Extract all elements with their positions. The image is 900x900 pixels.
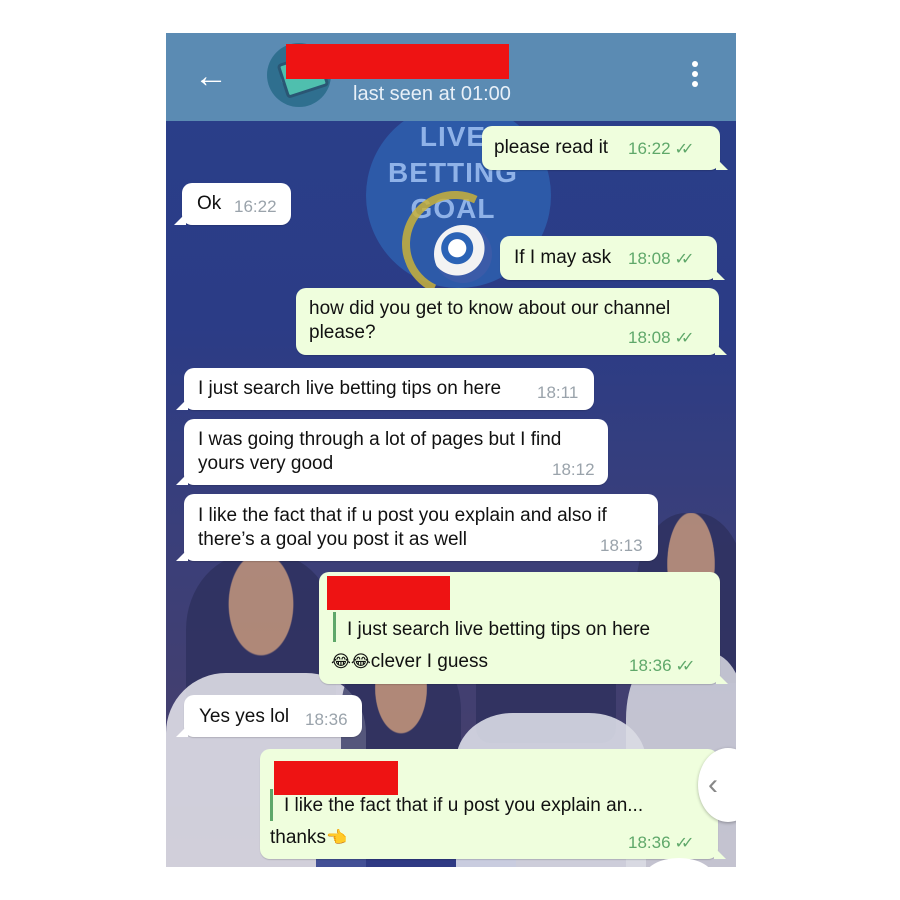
last-seen-status: last seen at 01:00 <box>353 83 511 105</box>
message-bubble-incoming[interactable]: I just search live betting tips on here … <box>176 368 594 410</box>
message-text-line: I like the fact that if u post you expla… <box>198 505 607 526</box>
chat-screen: LIVE BETTING GOAL ← last seen at 01:00 p… <box>166 33 736 867</box>
quoted-text[interactable]: I just search live betting tips on here <box>347 618 650 642</box>
quoted-text[interactable]: I like the fact that if u post you expla… <box>284 794 643 818</box>
quoted-author-redacted <box>327 576 450 610</box>
message-time: 18:36 ✓✓ <box>629 656 696 675</box>
message-text: I just search live betting tips on here <box>198 378 502 399</box>
arrow-left-icon[interactable]: ← <box>194 58 230 94</box>
message-text-line: there’s a goal you post it as well <box>198 529 467 550</box>
read-receipt-icon: ✓✓ <box>675 658 696 675</box>
message-text-line: please? <box>309 322 376 343</box>
message-time: 18:36 ✓✓ <box>628 833 695 852</box>
message-time: 16:22 ✓✓ <box>628 139 695 158</box>
message-bubble-outgoing[interactable]: how did you get to know about our channe… <box>296 288 727 355</box>
message-text-line: how did you get to know about our channe… <box>309 298 671 319</box>
reply-quote-bar <box>333 612 336 642</box>
message-time: 18:08 ✓✓ <box>628 328 695 347</box>
message-bubble-incoming[interactable]: I like the fact that if u post you expla… <box>176 494 658 561</box>
message-text: please read it <box>494 137 609 158</box>
message-bubble-outgoing[interactable]: please read it 16:22 ✓✓ <box>482 126 728 170</box>
message-text: thanks👈 <box>270 827 348 848</box>
quoted-author-redacted <box>274 761 398 795</box>
message-time: 18:13 <box>600 536 643 555</box>
read-receipt-icon: ✓✓ <box>674 251 695 268</box>
message-text: If I may ask <box>514 247 612 268</box>
message-text: Ok <box>197 193 222 214</box>
football-icon <box>434 225 492 283</box>
message-time: 18:12 <box>552 460 595 479</box>
message-time: 18:08 ✓✓ <box>628 249 695 268</box>
message-time: 18:11 <box>537 383 579 402</box>
laughing-emoji-icon: 😂😂 <box>331 652 371 671</box>
message-text: 😂😂clever I guess <box>331 651 488 672</box>
pointing-hand-emoji-icon: 👈 <box>325 828 348 847</box>
chat-header: ← last seen at 01:00 <box>166 33 736 121</box>
message-bubble-incoming[interactable]: I was going through a lot of pages but I… <box>176 419 608 485</box>
message-time: 18:36 <box>305 710 348 729</box>
message-bubble-incoming[interactable]: Yes yes lol 18:36 <box>176 695 362 737</box>
message-text: Yes yes lol <box>199 706 290 727</box>
message-time: 16:22 <box>234 197 277 216</box>
message-bubble-outgoing[interactable]: If I may ask 18:08 ✓✓ <box>500 236 725 280</box>
message-bubble-incoming[interactable]: Ok 16:22 <box>174 183 291 225</box>
more-vertical-icon[interactable] <box>692 61 702 91</box>
contact-name-redacted[interactable] <box>286 44 509 79</box>
read-receipt-icon: ✓✓ <box>674 141 695 158</box>
read-receipt-icon: ✓✓ <box>674 835 695 852</box>
reply-quote-bar <box>270 789 273 821</box>
message-bubble-outgoing[interactable]: I like the fact that if u post you expla… <box>260 749 726 859</box>
message-text-line: yours very good <box>198 453 334 474</box>
read-receipt-icon: ✓✓ <box>674 330 695 347</box>
message-text-line: I was going through a lot of pages but I… <box>198 429 562 450</box>
message-bubble-outgoing[interactable]: I just search live betting tips on here … <box>319 572 728 684</box>
